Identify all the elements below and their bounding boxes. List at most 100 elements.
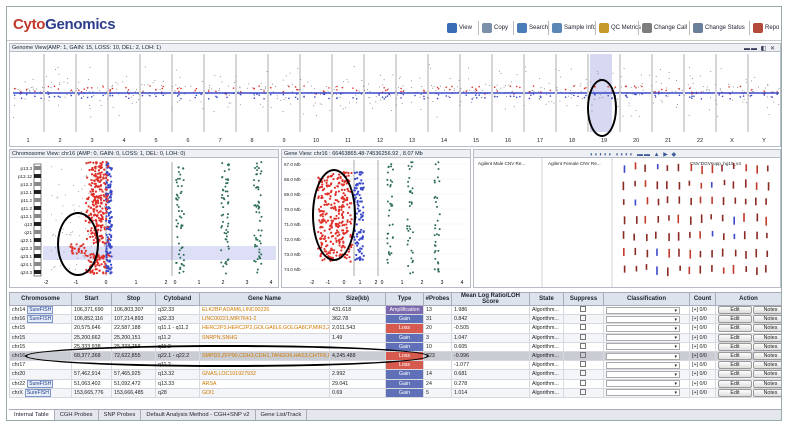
notes-button[interactable]: Notes [753, 389, 781, 397]
chromosome-label[interactable]: 19 [601, 138, 607, 144]
count-cell[interactable]: [+] 0/0 [692, 335, 707, 341]
classification-dropdown[interactable]: ▾ [606, 380, 680, 388]
edit-button[interactable]: Edit [718, 306, 752, 314]
view-button[interactable]: View [447, 21, 472, 35]
track-toolbar[interactable]: ◐◐◐◐◐ ◐◐◐◐ ▬▬ ▲ ▶ ◆ [473, 149, 781, 158]
notes-button[interactable]: Notes [753, 370, 781, 378]
chromosome-label[interactable]: 6 [186, 138, 189, 144]
notes-button[interactable]: Notes [753, 380, 781, 388]
chromosome-label[interactable]: 18 [569, 138, 575, 144]
column-header[interactable]: Mean Log Ratio/LOH Score [451, 292, 530, 306]
edit-button[interactable]: Edit [718, 370, 752, 378]
column-header[interactable]: Type [385, 292, 424, 306]
classification-dropdown[interactable]: ▾ [606, 361, 680, 369]
table-row[interactable]: chr15 20,575,646 22,587,188 q11.1 - q11.2 HE… [9, 323, 781, 334]
chromosome-label[interactable]: 1 [26, 138, 29, 144]
edit-button[interactable]: Edit [718, 352, 752, 360]
notes-button[interactable]: Notes [753, 334, 781, 342]
ideogram[interactable] [33, 163, 42, 277]
edit-button[interactable]: Edit [718, 315, 752, 323]
gene-name-cell[interactable]: HERC2P3,HERC2P2,GOLGA6L6,GOLGA8CP,MIR3,2… [202, 325, 329, 331]
copy-button[interactable]: Copy [482, 21, 508, 35]
chromosome-label[interactable]: 8 [250, 138, 253, 144]
chromosome-label[interactable]: 4 [122, 138, 125, 144]
table-row[interactable]: chr14 SureFISH 106,371,690 106,803,307 q32.3… [9, 304, 781, 316]
classification-dropdown[interactable]: ▾ [606, 389, 680, 397]
classification-dropdown[interactable]: ▾ [606, 343, 680, 351]
pane-controls[interactable]: ▬▬ ◧ ✕ [744, 45, 776, 51]
chromosome-label[interactable]: 5 [154, 138, 157, 144]
count-cell[interactable]: [+] 0/0 [692, 316, 707, 322]
qc-metrics-button[interactable]: QC Metrics [599, 21, 641, 35]
tab-snp-probes[interactable]: SNP Probes [99, 410, 142, 420]
tab-cgh-probes[interactable]: CGH Probes [55, 410, 99, 420]
column-header[interactable]: Action [715, 292, 781, 306]
surefish-link[interactable]: SureFISH [27, 315, 54, 323]
track-controls[interactable]: ◐◐◐◐◐ ◐◐◐◐ ▬▬ ▲ ▶ ◆ [590, 151, 677, 157]
change-status-button[interactable]: Change Status [693, 21, 745, 35]
genome-view[interactable]: 1 2 3 4 5 6 7 8 9 10 11 12 13 14 15 16 17 18 19 20 21 22 X Y [9, 52, 781, 147]
notes-button[interactable]: Notes [753, 352, 781, 360]
surefish-link[interactable]: SureFISH [27, 306, 54, 314]
column-header[interactable]: Start [71, 292, 112, 306]
chromosome-label[interactable]: 11 [345, 138, 351, 144]
suppress-checkbox[interactable] [580, 361, 586, 368]
tab-internal-table[interactable]: Internal Table [9, 410, 55, 420]
edit-button[interactable]: Edit [718, 389, 752, 397]
edit-button[interactable]: Edit [718, 324, 752, 333]
chromosome-label[interactable]: 17 [537, 138, 543, 144]
suppress-checkbox[interactable] [580, 315, 586, 322]
chromosome-label[interactable]: 22 [697, 138, 703, 144]
column-header[interactable]: Count [689, 292, 716, 306]
count-cell[interactable]: [+] 0/0 [692, 362, 707, 368]
suppress-checkbox[interactable] [580, 324, 586, 331]
gene-name-cell[interactable]: GDI1 [202, 390, 214, 396]
chromosome-label[interactable]: 3 [90, 138, 93, 144]
gene-name-cell[interactable]: ELK2BP,ADAM6,LINC00226 [202, 307, 269, 313]
edit-button[interactable]: Edit [718, 380, 752, 388]
gene-name-cell[interactable]: ARSA [202, 381, 216, 387]
table-row[interactable]: chr15 25,200,662 25,200,151 q11.2 SNRPN,SNHG… [9, 332, 781, 343]
gene-plot[interactable]: 67.0 Mb68.0 Mb69.0 Mb70.0 Mb71.0 Mb72.0 … [282, 158, 470, 287]
count-cell[interactable]: [+] 0/0 [692, 390, 707, 396]
chromosome-label[interactable]: 14 [441, 138, 447, 144]
count-cell[interactable]: [+] 0/0 [692, 353, 707, 359]
gene-view[interactable]: 67.0 Mb 68.0 Mb 69.0 Mb 70.0 Mb 71.0 Mb 72.0 … [281, 158, 471, 288]
column-header[interactable]: Size(kb) [329, 292, 386, 306]
aberration-table[interactable]: Chromosome Start Stop Cytoband Gene Name Size… [9, 292, 781, 398]
chromosome-label[interactable]: 21 [665, 138, 671, 144]
gene-name-cell[interactable]: LINC00221,MIR7641-2 [202, 316, 256, 322]
count-cell[interactable]: [+] 0/0 [692, 381, 707, 387]
count-cell[interactable]: [+] 0/0 [692, 325, 707, 331]
chromosome-plot[interactable]: p13.3p13.12p12.3p12.1p11.2q11.2q12.1q13q… [10, 158, 278, 287]
genome-plot[interactable]: 1 2 3 4 5 6 7 8 9 10 11 12 13 14 15 16 17 18 19 20 21 22 X Y [10, 52, 780, 146]
column-header[interactable]: Suppress [563, 292, 604, 306]
chromosome-label[interactable]: Y [762, 138, 766, 144]
column-header[interactable]: Stop [111, 292, 156, 306]
chromosome-label[interactable]: X [730, 138, 734, 144]
chromosome-label[interactable]: 10 [313, 138, 319, 144]
edit-button[interactable]: Edit [718, 334, 752, 342]
chromosome-label[interactable]: 20 [633, 138, 639, 144]
chromosome-label[interactable]: 15 [473, 138, 479, 144]
search-button[interactable]: Search [517, 21, 548, 35]
change-call-button[interactable]: Change Call [642, 21, 687, 35]
gene-name-cell[interactable]: SNRPN,SNHG [202, 335, 237, 341]
classification-dropdown[interactable]: ▾ [606, 315, 680, 323]
classification-dropdown[interactable]: ▾ [606, 306, 680, 314]
chromosome-label[interactable]: 9 [282, 138, 285, 144]
count-cell[interactable]: [+] 0/0 [692, 307, 707, 313]
surefish-link[interactable]: SureFISH [27, 380, 54, 388]
count-cell[interactable]: [+] 0/0 [692, 371, 707, 377]
table-row[interactable]: chr16 SureFISH 106,852,116 107,214,893 q32.3… [9, 314, 781, 325]
suppress-checkbox[interactable] [580, 334, 586, 340]
classification-dropdown[interactable]: ▾ [606, 370, 680, 378]
notes-button[interactable]: Notes [753, 306, 781, 314]
edit-button[interactable]: Edit [718, 343, 752, 351]
suppress-checkbox[interactable] [580, 380, 586, 386]
column-header[interactable]: Classification [603, 292, 690, 306]
repo-button[interactable]: Repo [753, 21, 779, 35]
column-header[interactable]: Cytoband [155, 292, 200, 306]
tab-default-analysis-method-cgh-snp-v2[interactable]: Default Analysis Method - CGH+SNP v2 [141, 410, 256, 420]
table-row[interactable]: chrX SureFISH 153,665,776 153,666,485 q28 GDI… [9, 387, 781, 398]
